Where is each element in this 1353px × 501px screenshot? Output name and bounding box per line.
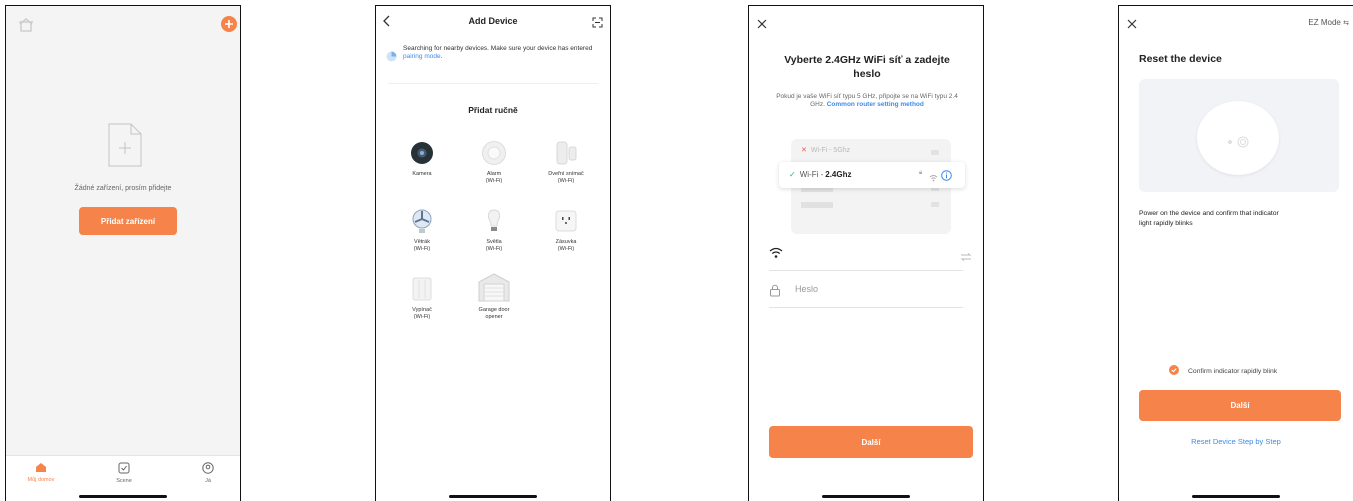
home-indicator: [1192, 495, 1280, 498]
reset-instruction: Power on the device and confirm that ind…: [1139, 210, 1279, 227]
wifi-signal-icon: [929, 169, 938, 187]
home-indicator: [449, 495, 537, 498]
garage-icon: [464, 272, 524, 302]
page-title: Reset the device: [1139, 53, 1222, 65]
searching-message: Searching for nearby devices. Make sure …: [403, 45, 593, 60]
lock-icon: 🔒︎: [919, 170, 923, 176]
pairing-mode-link[interactable]: pairing mode: [403, 53, 441, 60]
close-icon[interactable]: [1127, 16, 1137, 34]
scan-icon[interactable]: [592, 15, 603, 33]
profile-icon: [178, 462, 238, 476]
socket-icon: [536, 208, 596, 234]
add-plus-icon[interactable]: [221, 16, 237, 37]
tab-my-home[interactable]: Můj domov: [11, 462, 71, 483]
manual-add-title: Přidat ručně: [468, 105, 518, 115]
home-screen: Žádné zařízení, prosím přidejte Přidat z…: [5, 5, 241, 501]
divider: [388, 83, 598, 84]
add-device-screen: Add Device Searching for nearby devices.…: [375, 5, 611, 501]
device-door-sensor[interactable]: Dveřní snímač (Wi-Fi): [536, 140, 596, 185]
close-icon[interactable]: [757, 16, 767, 34]
indicator-light-icon: [1227, 135, 1251, 153]
tab-scene[interactable]: Scene: [94, 462, 154, 484]
reset-illustration: [1139, 79, 1339, 192]
fan-icon: [392, 208, 452, 234]
divider: [769, 307, 963, 308]
device-socket[interactable]: Zásuvka (Wi-Fi): [536, 208, 596, 253]
confirm-blink-checkbox[interactable]: Confirm indicator rapidly blink: [1169, 365, 1277, 377]
cross-icon: ✕: [801, 147, 807, 154]
switch-icon: [392, 276, 452, 302]
placeholder-bar: [801, 202, 833, 208]
device-light[interactable]: Světla (Wi-Fi): [464, 208, 524, 253]
wifi-24-row: ✓ Wi-Fi - 2.4Ghz 🔒︎: [779, 162, 965, 188]
info-icon: [941, 168, 952, 186]
empty-state-text: Žádné zařízení, prosím přidejte: [74, 185, 172, 192]
alarm-icon: [464, 140, 524, 166]
scene-icon: [94, 462, 154, 476]
device-garage-opener[interactable]: Garage door opener: [464, 272, 524, 321]
device-alarm[interactable]: Alarm (Wi-Fi): [464, 140, 524, 185]
bulb-icon: [464, 208, 524, 234]
next-button[interactable]: Další: [769, 426, 973, 458]
home-indicator: [79, 495, 167, 498]
device-switch[interactable]: Vypínač (Wi-Fi): [392, 276, 452, 321]
wifi-hint: Pokud je vaše WiFi síť typu 5 GHz, připo…: [776, 93, 958, 108]
tab-me[interactable]: Já: [178, 462, 238, 484]
switch-network-icon[interactable]: [960, 248, 972, 266]
wifi-setup-screen: Vyberte 2.4GHz WiFi síť a zadejte heslo …: [748, 5, 984, 501]
checkbox-checked-icon: [1169, 365, 1179, 377]
camera-icon: [392, 140, 452, 166]
lock-icon: [769, 284, 781, 302]
device-camera[interactable]: Kamera: [392, 140, 452, 178]
divider: [769, 270, 963, 271]
reset-device-screen: EZ Mode ⇆ Reset the device Power on the …: [1118, 5, 1353, 501]
reset-step-by-step-link[interactable]: Reset Device Step by Step: [1119, 437, 1353, 446]
home-icon: [11, 462, 71, 475]
house-switch-icon[interactable]: [18, 18, 34, 37]
wifi-title: Vyberte 2.4GHz WiFi síť a zadejte heslo: [784, 54, 950, 80]
wifi-icon: [769, 246, 783, 264]
next-button[interactable]: Další: [1139, 390, 1341, 421]
placeholder-bar: [931, 150, 939, 155]
placeholder-bar: [931, 202, 939, 207]
ez-mode-switch[interactable]: EZ Mode ⇆: [1308, 18, 1349, 27]
door-sensor-icon: [536, 140, 596, 166]
searching-spinner-icon: [386, 49, 397, 67]
router-setting-link[interactable]: Common router setting method: [827, 101, 924, 108]
switch-mode-icon: ⇆: [1343, 20, 1349, 27]
home-indicator: [822, 495, 910, 498]
empty-document-icon: [108, 123, 142, 172]
check-icon: ✓: [789, 170, 796, 179]
device-fan[interactable]: Větrák (Wi-Fi): [392, 208, 452, 253]
page-title: Add Device: [468, 16, 518, 26]
wifi-5g-row: ✕ Wi-Fi - 5Ghz: [801, 146, 851, 155]
add-device-button[interactable]: Přidat zařízení: [79, 207, 177, 235]
password-field[interactable]: Heslo: [795, 284, 945, 294]
